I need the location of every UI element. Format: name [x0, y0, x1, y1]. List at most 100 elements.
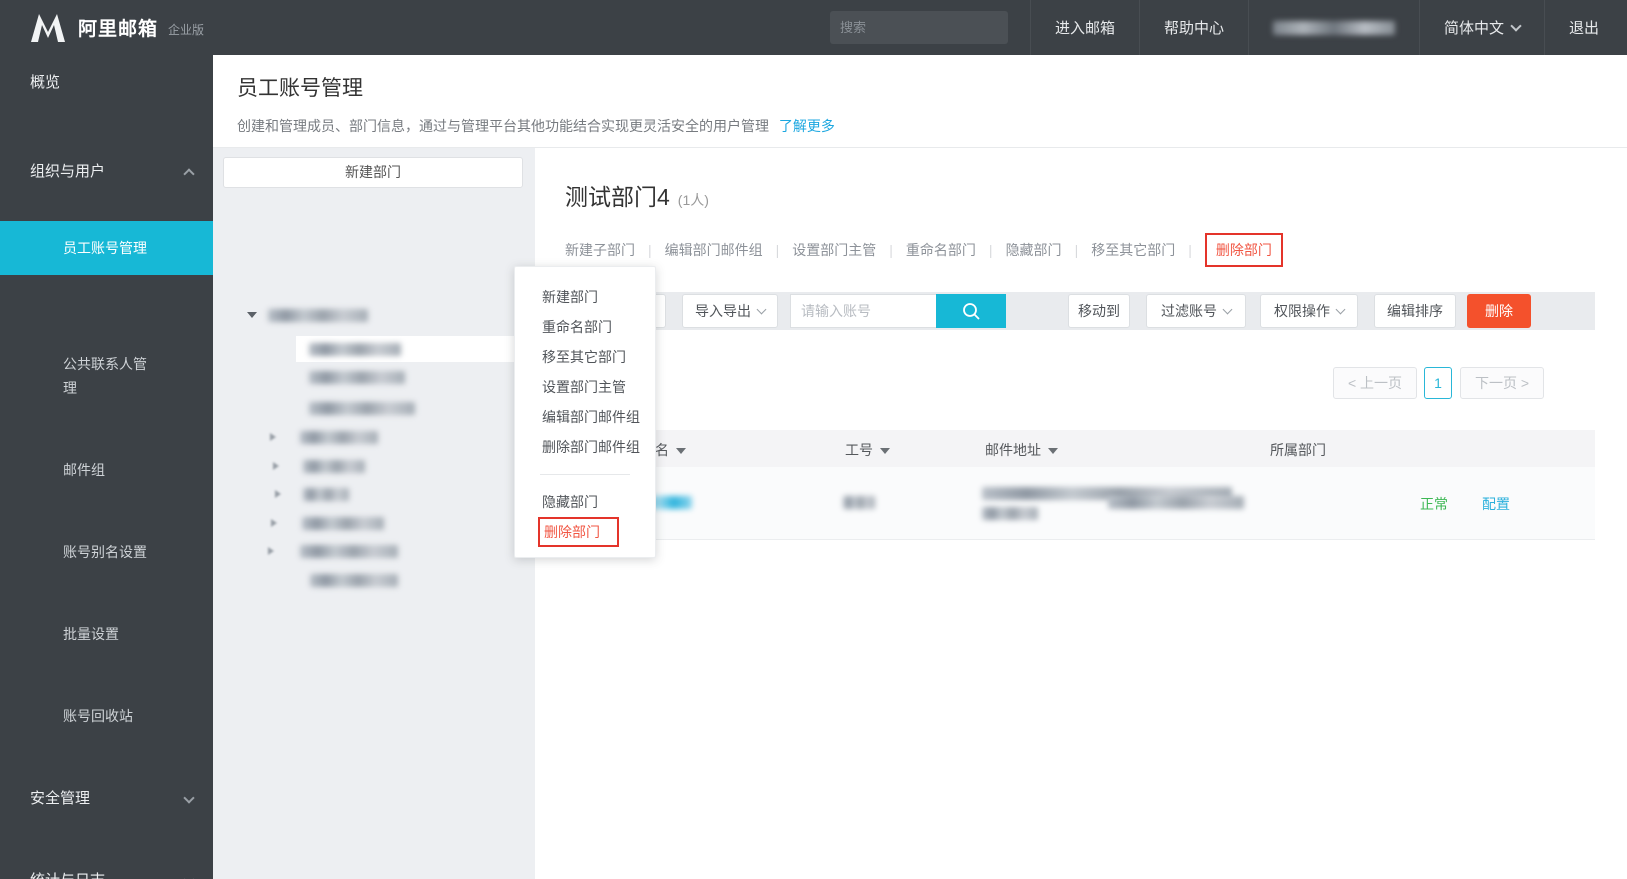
tree-item[interactable] — [309, 395, 415, 421]
chevron-down-icon — [183, 792, 195, 804]
edit-sort-button[interactable]: 编辑排序 — [1374, 294, 1456, 328]
filter-account-button[interactable]: 过滤账号 — [1146, 294, 1246, 328]
current-page-button[interactable]: 1 — [1424, 367, 1452, 399]
context-menu-item-move-dept[interactable]: 移至其它部门 — [515, 342, 655, 372]
context-menu-item-delete-dept[interactable]: 删除部门 — [540, 519, 617, 545]
action-delete-dept[interactable]: 删除部门 — [1204, 233, 1283, 267]
column-header-email: 邮件地址 — [985, 440, 1058, 460]
chevron-down-icon — [1335, 304, 1346, 315]
sidebar-item-security[interactable]: 安全管理 — [0, 787, 213, 811]
tree-collapse-icon[interactable] — [275, 490, 281, 498]
table-header — [555, 430, 1595, 467]
language-selector[interactable]: 简体中文 — [1419, 0, 1544, 55]
tree-item[interactable] — [273, 453, 365, 479]
tree-expand-icon[interactable] — [247, 312, 257, 318]
sidebar-item-public-contacts[interactable]: 公共联系人管理 — [0, 352, 213, 400]
import-export-button[interactable]: 导入导出 — [682, 294, 778, 328]
tree-item[interactable] — [310, 567, 398, 593]
account-search-button[interactable] — [936, 294, 1006, 328]
sidebar-item-mail-groups[interactable]: 邮件组 — [0, 458, 213, 482]
topbar: 阿里邮箱 企业版 进入邮箱 帮助中心 简体中文 退出 — [0, 0, 1627, 55]
tree-label-redacted — [309, 370, 405, 384]
context-menu-item-hide-dept[interactable]: 隐藏部门 — [515, 487, 655, 517]
sidebar: 概览 组织与用户 员工账号管理 公共联系人管理 邮件组 账号别名设置 批量设置 … — [0, 55, 213, 879]
tree-item[interactable] — [268, 538, 398, 564]
context-menu-item-rename-dept[interactable]: 重命名部门 — [515, 312, 655, 342]
context-menu-item-set-manager[interactable]: 设置部门主管 — [515, 372, 655, 402]
tree-item[interactable] — [309, 364, 405, 390]
sidebar-item-org-users[interactable]: 组织与用户 — [0, 160, 213, 184]
delete-button[interactable]: 删除 — [1467, 294, 1531, 328]
search-icon — [963, 303, 980, 320]
topbar-search[interactable] — [830, 11, 1016, 44]
sidebar-item-overview[interactable]: 概览 — [0, 71, 213, 95]
alimail-logo-icon — [31, 13, 65, 42]
permission-button[interactable]: 权限操作 — [1260, 294, 1358, 328]
sort-icon[interactable] — [1048, 448, 1058, 454]
tree-item[interactable] — [275, 481, 349, 507]
tree-item-selected[interactable] — [296, 336, 535, 362]
configure-link[interactable]: 配置 — [1482, 494, 1510, 514]
tree-collapse-icon[interactable] — [271, 519, 277, 527]
sidebar-item-employee-accounts[interactable]: 员工账号管理 — [0, 221, 213, 275]
column-header-department: 所属部门 — [1270, 442, 1326, 458]
chevron-down-icon — [1222, 304, 1233, 315]
action-rename-dept[interactable]: 重命名部门 — [906, 240, 976, 260]
sidebar-item-batch-settings[interactable]: 批量设置 — [0, 622, 213, 646]
topbar-search-input[interactable] — [840, 20, 1016, 35]
tree-item[interactable] — [271, 510, 384, 536]
help-center-button[interactable]: 帮助中心 — [1139, 0, 1248, 55]
tree-collapse-icon[interactable] — [270, 433, 276, 441]
account-name[interactable] — [1248, 0, 1419, 55]
tree-item-root[interactable] — [247, 302, 368, 328]
tree-label-redacted — [303, 459, 365, 473]
row-email-redacted — [982, 507, 1038, 520]
context-menu-danger-highlight: 删除部门 — [538, 517, 619, 547]
move-to-button[interactable]: 移动到 — [1068, 294, 1130, 328]
department-tree-panel: 新建部门 — [213, 148, 535, 879]
action-move-dept[interactable]: 移至其它部门 — [1091, 240, 1175, 260]
logout-button[interactable]: 退出 — [1544, 0, 1623, 55]
row-employee-id-redacted — [843, 496, 875, 509]
prev-page-button[interactable]: < 上一页 — [1333, 367, 1417, 399]
department-actions: 新建子部门 | 编辑部门邮件组 | 设置部门主管 | 重命名部门 | 隐藏部门 | 移至其… — [565, 233, 1283, 267]
sidebar-item-stats-logs[interactable]: 统计与日志 — [0, 869, 213, 879]
sort-icon[interactable] — [880, 448, 890, 454]
topbar-nav: 进入邮箱 帮助中心 简体中文 退出 — [1030, 0, 1623, 55]
context-menu-divider — [540, 474, 630, 475]
page-description: 创建和管理成员、部门信息，通过与管理平台其他功能结合实现更灵活安全的用户管理 了… — [237, 118, 835, 134]
tree-label-redacted — [300, 430, 378, 444]
sidebar-item-recycle-bin[interactable]: 账号回收站 — [0, 704, 213, 728]
row-department-redacted — [1108, 496, 1244, 509]
chevron-down-icon — [1510, 19, 1522, 32]
chevron-down-icon — [183, 874, 195, 879]
tree-item[interactable] — [270, 424, 378, 450]
tree-label-redacted — [310, 573, 398, 587]
app-root: 阿里邮箱 企业版 进入邮箱 帮助中心 简体中文 退出 概览 组织与用户 员工账号… — [0, 0, 1627, 879]
new-department-button[interactable]: 新建部门 — [223, 157, 523, 188]
action-edit-dept-mailgroup[interactable]: 编辑部门邮件组 — [665, 240, 763, 260]
status-badge: 正常 — [1420, 496, 1448, 512]
department-title: 测试部门4 (1人) — [565, 184, 709, 210]
tree-collapse-icon[interactable] — [273, 462, 279, 470]
context-menu-item-delete-mailgroup[interactable]: 删除部门邮件组 — [515, 432, 655, 462]
context-menu-item-edit-mailgroup[interactable]: 编辑部门邮件组 — [515, 402, 655, 432]
account-search-input[interactable] — [790, 294, 936, 328]
action-set-dept-manager[interactable]: 设置部门主管 — [792, 240, 876, 260]
sidebar-item-alias-settings[interactable]: 账号别名设置 — [0, 540, 213, 564]
learn-more-link[interactable]: 了解更多 — [779, 118, 835, 134]
context-menu-item-new-dept[interactable]: 新建部门 — [515, 282, 655, 312]
action-new-subdept[interactable]: 新建子部门 — [565, 240, 635, 260]
chevron-up-icon — [183, 168, 195, 180]
action-hide-dept[interactable]: 隐藏部门 — [1006, 240, 1062, 260]
sort-icon[interactable] — [676, 448, 686, 454]
chevron-down-icon — [756, 304, 767, 315]
next-page-button[interactable]: 下一页 > — [1460, 367, 1544, 399]
column-header-employee-id: 工号 — [845, 440, 890, 460]
tree-label-redacted — [309, 342, 401, 356]
logo-badge: 企业版 — [168, 23, 205, 37]
tree-label-redacted — [303, 487, 349, 501]
enter-mailbox-button[interactable]: 进入邮箱 — [1030, 0, 1139, 55]
tree-collapse-icon[interactable] — [268, 547, 274, 555]
member-count: (1人) — [677, 192, 709, 208]
